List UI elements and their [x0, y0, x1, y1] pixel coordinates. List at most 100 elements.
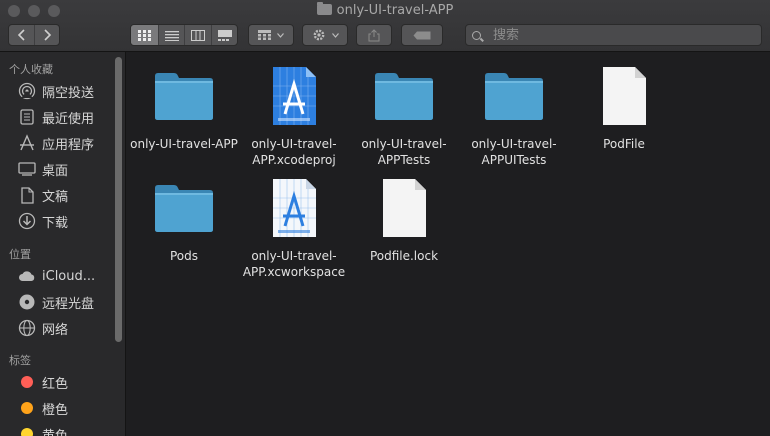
file-name: only-UI-travel-APPUITests: [471, 137, 557, 167]
folder-icon: [128, 176, 240, 240]
sidebar-item-tag-yellow[interactable]: 黄色: [18, 423, 68, 436]
airdrop-icon: [18, 82, 36, 100]
tags-content: [402, 25, 442, 45]
cloud-icon: [18, 267, 36, 285]
icon-view-icon: [137, 29, 151, 41]
share-content: [357, 25, 391, 45]
sidebar-item-label: 最近使用: [42, 111, 95, 127]
gallery-view-icon: [217, 29, 232, 41]
sidebar-item-remote-disc[interactable]: 远程光盘: [18, 291, 94, 313]
chevron-down-icon: [331, 32, 339, 38]
sidebar-item-label: 桌面: [42, 163, 69, 179]
action-content: [303, 25, 347, 45]
group-by-content: [249, 25, 293, 45]
downloads-icon: [18, 212, 36, 230]
back-button[interactable]: [9, 25, 34, 45]
sidebar-item-label: 隔空投送: [42, 85, 95, 101]
xcworkspace-icon: [238, 176, 350, 240]
group-by-button[interactable]: [248, 24, 294, 46]
sidebar-item-tag-red[interactable]: 红色: [18, 371, 68, 393]
file-name: only-UI-travel-APPTests: [361, 137, 447, 167]
list-view-button[interactable]: [157, 25, 185, 45]
search-input[interactable]: [491, 26, 745, 44]
forward-button[interactable]: [34, 25, 59, 45]
orange-tag-icon: [21, 402, 33, 414]
share-button[interactable]: [356, 24, 392, 46]
tag-icon: [413, 31, 431, 39]
toolbar: only-UI-travel-APP: [0, 0, 770, 52]
sidebar-item-label: 网络: [42, 322, 69, 338]
sidebar-header-locations: 位置: [9, 248, 31, 261]
documents-icon: [18, 186, 36, 204]
window-title-text: only-UI-travel-APP: [336, 3, 454, 18]
document-icon: [568, 64, 680, 128]
file-item[interactable]: Podfile.lock: [348, 176, 460, 264]
share-icon: [368, 28, 380, 41]
view-mode-group: [130, 24, 238, 46]
chevron-left-icon: [17, 29, 25, 41]
file-item[interactable]: Pods: [128, 176, 240, 264]
sidebar-item-downloads[interactable]: 下载: [18, 210, 68, 232]
icon-view-button[interactable]: [131, 25, 158, 45]
applications-icon: [18, 134, 36, 152]
sidebar-item-label: iCloud...: [42, 268, 96, 284]
search-field[interactable]: [465, 24, 762, 46]
column-view-button[interactable]: [184, 25, 211, 45]
sidebar-item-applications[interactable]: 应用程序: [18, 132, 94, 154]
file-name: Pods: [169, 249, 199, 263]
yellow-tag-icon: [21, 428, 33, 436]
nav-buttons: [8, 24, 60, 46]
file-item[interactable]: only-UI-travel-APP.xcworkspace: [238, 176, 350, 280]
action-button[interactable]: [302, 24, 348, 46]
sidebar-item-label: 文稿: [42, 189, 69, 205]
sidebar-item-label: 红色: [42, 376, 69, 392]
gear-icon: [313, 29, 324, 41]
file-name: Podfile.lock: [369, 249, 439, 263]
file-item[interactable]: only-UI-travel-APP.xcodeproj: [238, 64, 350, 168]
sidebar-item-airdrop[interactable]: 隔空投送: [18, 80, 94, 102]
sidebar-item-desktop[interactable]: 桌面: [18, 158, 68, 180]
folder-icon: [128, 64, 240, 128]
column-view-icon: [191, 29, 206, 41]
sidebar-item-network[interactable]: 网络: [18, 317, 68, 339]
file-item[interactable]: PodFile: [568, 64, 680, 152]
file-name: only-UI-travel-APP.xcodeproj: [251, 137, 337, 167]
window-title: only-UI-travel-APP: [0, 2, 770, 18]
xcodeproj-icon: [238, 64, 350, 128]
sidebar-scrollbar[interactable]: [115, 57, 122, 342]
sidebar-item-label: 远程光盘: [42, 296, 95, 312]
file-name: only-UI-travel-APP.xcworkspace: [242, 249, 346, 279]
search-icon: [472, 30, 481, 40]
file-item[interactable]: only-UI-travel-APP: [128, 64, 240, 152]
sidebar-item-recents[interactable]: 最近使用: [18, 106, 94, 128]
chevron-down-icon: [277, 32, 284, 38]
file-item[interactable]: only-UI-travel-APPUITests: [458, 64, 570, 168]
network-icon: [18, 319, 36, 337]
sidebar-item-tag-orange[interactable]: 橙色: [18, 397, 68, 419]
document-icon: [348, 176, 460, 240]
sidebar-item-label: 橙色: [42, 402, 69, 418]
folder-icon: [348, 64, 460, 128]
desktop-icon: [18, 160, 36, 178]
chevron-right-icon: [44, 29, 52, 41]
sidebar-item-label: 黄色: [42, 428, 69, 436]
sidebar-item-label: 下载: [42, 215, 69, 231]
sidebar-header-favorites: 个人收藏: [9, 63, 53, 76]
sidebar-item-icloud[interactable]: iCloud...: [18, 265, 95, 287]
sidebar-item-label: 应用程序: [42, 137, 95, 153]
recents-icon: [18, 108, 36, 126]
sidebar: 个人收藏 隔空投送 最近使用 应用程序 桌面 文稿 下载 位置 iCloud..…: [0, 52, 126, 436]
file-browser: only-UI-travel-APP only-UI-travel-APP.xc…: [127, 52, 770, 436]
folder-icon: [458, 64, 570, 128]
file-item[interactable]: only-UI-travel-APPTests: [348, 64, 460, 168]
gallery-view-button[interactable]: [211, 25, 237, 45]
file-name: PodFile: [603, 137, 645, 151]
folder-icon: [316, 2, 332, 15]
group-icon: [258, 30, 271, 40]
sidebar-item-documents[interactable]: 文稿: [18, 184, 68, 206]
tags-button[interactable]: [401, 24, 443, 46]
file-name: only-UI-travel-APP: [130, 137, 238, 151]
red-tag-icon: [21, 376, 33, 388]
disc-icon: [18, 293, 36, 311]
list-view-icon: [164, 30, 179, 41]
